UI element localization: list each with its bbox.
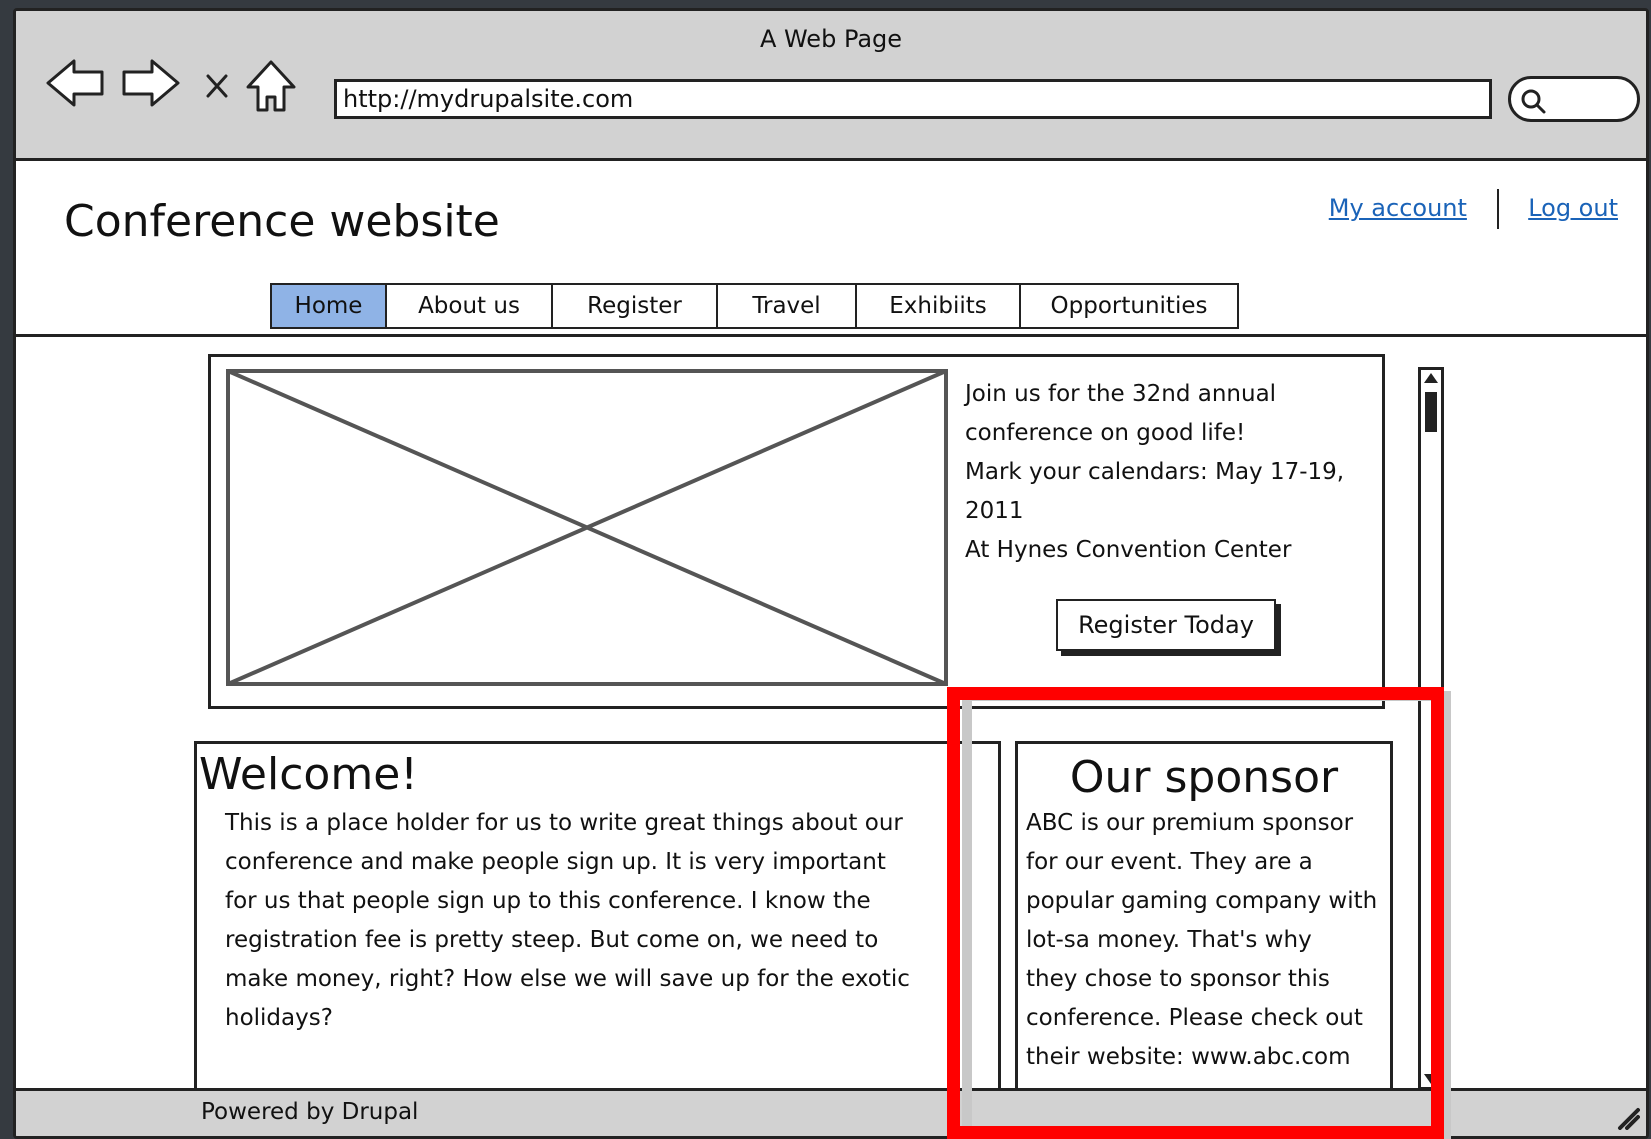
forward-arrow-icon[interactable] xyxy=(120,56,182,110)
sponsor-block: Our sponsor ABC is our premium sponsor f… xyxy=(1015,741,1393,1093)
my-account-link[interactable]: My account xyxy=(1329,194,1467,222)
url-bar[interactable]: http://mydrupalsite.com xyxy=(334,79,1492,119)
register-today-button[interactable]: Register Today xyxy=(1056,599,1276,651)
welcome-block: Welcome! This is a place holder for us t… xyxy=(194,741,1001,1093)
welcome-line: make money, right? How else we will save… xyxy=(225,966,910,992)
sponsor-line: popular gaming company with xyxy=(1026,888,1378,914)
header-divider xyxy=(16,334,1646,337)
sponsor-body: ABC is our premium sponsor for our event… xyxy=(1026,804,1390,1077)
powered-by-text: Powered by Drupal xyxy=(201,1099,419,1125)
sponsor-line: for our event. They are a xyxy=(1026,849,1313,875)
link-separator xyxy=(1496,189,1499,229)
welcome-line: registration fee is pretty steep. But co… xyxy=(225,927,879,953)
primary-tabs: Home About us Register Travel Exhibiits … xyxy=(270,283,1239,329)
resize-grip-icon[interactable] xyxy=(1614,1104,1640,1130)
scroll-down-icon[interactable] xyxy=(1423,1073,1439,1085)
user-links: My account Log out xyxy=(1329,189,1618,229)
sponsor-heading: Our sponsor xyxy=(1069,752,1339,803)
welcome-line: conference and make people sign up. It i… xyxy=(225,849,886,875)
sponsor-line: their website: www.abc.com xyxy=(1026,1044,1351,1070)
vertical-scrollbar[interactable] xyxy=(1418,367,1444,1090)
home-icon[interactable] xyxy=(244,57,298,115)
welcome-line: This is a place holder for us to write g… xyxy=(225,810,903,836)
browser-window: A Web Page http://mydrupalsite.com Confe… xyxy=(13,8,1649,1139)
tab-travel[interactable]: Travel xyxy=(718,283,857,329)
window-title: A Web Page xyxy=(759,25,903,53)
log-out-link[interactable]: Log out xyxy=(1528,194,1618,222)
browser-chrome: A Web Page http://mydrupalsite.com xyxy=(16,11,1646,161)
scroll-up-icon[interactable] xyxy=(1423,372,1439,384)
hero-announcement: Join us for the 32nd annual conference o… xyxy=(965,375,1375,570)
image-placeholder-icon xyxy=(226,369,948,686)
site-title: Conference website xyxy=(64,196,500,247)
sponsor-line: conference. Please check out xyxy=(1026,1005,1363,1031)
back-arrow-icon[interactable] xyxy=(44,56,106,110)
status-bar: Powered by Drupal xyxy=(16,1088,1646,1136)
tab-home[interactable]: Home xyxy=(270,283,387,329)
tab-about-us[interactable]: About us xyxy=(387,283,553,329)
sponsor-line: ABC is our premium sponsor xyxy=(1026,810,1354,836)
hero-line: Mark your calendars: May 17-19, xyxy=(965,459,1345,485)
scroll-thumb[interactable] xyxy=(1425,392,1437,432)
stop-icon[interactable] xyxy=(202,71,232,101)
hero-line: conference on good life! xyxy=(965,420,1246,446)
sponsor-line: they chose to sponsor this xyxy=(1026,966,1330,992)
welcome-line: holidays? xyxy=(225,1005,333,1031)
tab-exhibits[interactable]: Exhibiits xyxy=(857,283,1021,329)
tab-register[interactable]: Register xyxy=(553,283,718,329)
hero-section: Join us for the 32nd annual conference o… xyxy=(208,354,1385,709)
welcome-heading: Welcome! xyxy=(199,749,418,800)
search-icon xyxy=(1521,89,1546,114)
hero-line: Join us for the 32nd annual xyxy=(965,381,1277,407)
search-input[interactable] xyxy=(1508,76,1640,122)
sponsor-line: lot-sa money. That's why xyxy=(1026,927,1312,953)
hero-line: 2011 xyxy=(965,498,1024,524)
welcome-body: This is a place holder for us to write g… xyxy=(225,804,995,1038)
tab-opportunities[interactable]: Opportunities xyxy=(1021,283,1239,329)
welcome-line: for us that people sign up to this confe… xyxy=(225,888,871,914)
hero-line: At Hynes Convention Center xyxy=(965,537,1292,563)
